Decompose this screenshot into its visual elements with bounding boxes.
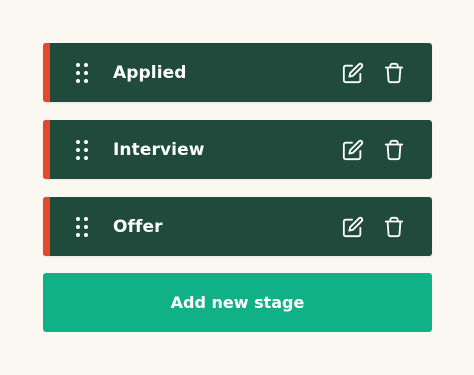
- edit-icon: [342, 139, 364, 160]
- stage-name: Interview: [113, 139, 205, 160]
- stage-accent-bar: [43, 197, 50, 256]
- edit-stage-button[interactable]: [341, 61, 365, 85]
- stage-card-interview[interactable]: Interview: [43, 120, 432, 179]
- delete-stage-button[interactable]: [382, 138, 406, 162]
- stage-name: Offer: [113, 216, 163, 237]
- trash-icon: [384, 216, 404, 237]
- stage-accent-bar: [43, 43, 50, 102]
- edit-stage-button[interactable]: [341, 215, 365, 239]
- edit-icon: [342, 216, 364, 237]
- stage-accent-bar: [43, 120, 50, 179]
- edit-stage-button[interactable]: [341, 138, 365, 162]
- stage-list: Applied Interview Offer: [43, 43, 432, 274]
- stage-card-offer[interactable]: Offer: [43, 197, 432, 256]
- trash-icon: [384, 139, 404, 160]
- edit-icon: [342, 62, 364, 83]
- delete-stage-button[interactable]: [382, 61, 406, 85]
- trash-icon: [384, 62, 404, 83]
- add-new-stage-button[interactable]: Add new stage: [43, 273, 432, 332]
- drag-handle-icon[interactable]: [75, 139, 89, 161]
- delete-stage-button[interactable]: [382, 215, 406, 239]
- stage-name: Applied: [113, 62, 187, 83]
- stage-card-applied[interactable]: Applied: [43, 43, 432, 102]
- drag-handle-icon[interactable]: [75, 216, 89, 238]
- drag-handle-icon[interactable]: [75, 62, 89, 84]
